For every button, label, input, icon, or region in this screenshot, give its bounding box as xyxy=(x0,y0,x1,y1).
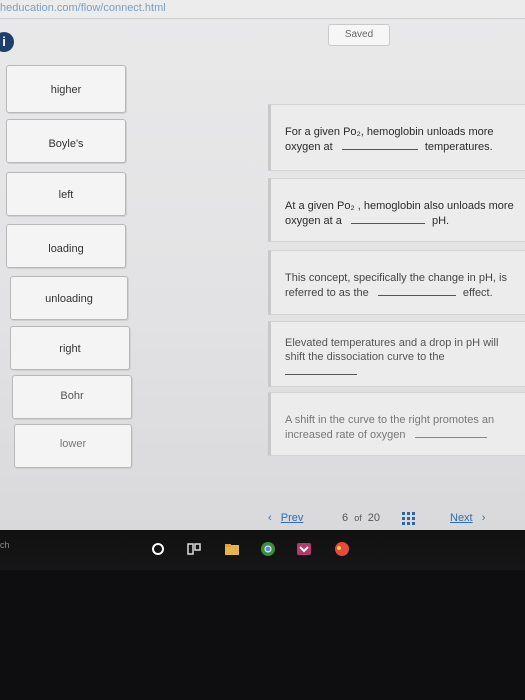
prompt-text: This concept, specifically the change in… xyxy=(285,272,507,284)
word-tile-lower[interactable]: lower xyxy=(14,424,132,468)
word-tile-label: Bohr xyxy=(60,390,84,402)
word-tile-label: higher xyxy=(50,84,82,96)
word-tile-higher[interactable]: higher xyxy=(6,65,126,113)
address-bar[interactable]: heducation.com/flow/connect.html xyxy=(0,0,525,19)
prompt-text: effect. xyxy=(462,287,493,299)
chevron-right-icon: › xyxy=(481,512,486,524)
next-button[interactable]: Next › xyxy=(450,512,485,524)
info-icon[interactable]: i xyxy=(0,32,14,52)
answer-blank[interactable] xyxy=(414,427,487,438)
prompt-card-2: At a given Po₂ , hemoglobin also unloads… xyxy=(268,178,525,242)
prompt-text: A shift in the curve to the right promot… xyxy=(285,414,495,426)
chevron-left-icon: ‹ xyxy=(268,512,272,524)
answer-blank[interactable] xyxy=(341,139,418,150)
cortana-circle-icon[interactable] xyxy=(150,541,166,557)
prev-button[interactable]: ‹ Prev xyxy=(268,512,303,524)
prompt-text: For a given Po₂, hemoglobin unloads more xyxy=(285,126,494,138)
prompt-card-3: This concept, specifically the change in… xyxy=(268,250,525,315)
prompt-card-1: For a given Po₂, hemoglobin unloads more… xyxy=(268,104,525,171)
prompt-card-5: A shift in the curve to the right promot… xyxy=(268,392,525,456)
word-tile-boyles[interactable]: Boyle's xyxy=(6,119,126,163)
word-tile-right[interactable]: right xyxy=(10,326,130,370)
prompt-text: pH. xyxy=(432,215,450,227)
chrome-icon[interactable] xyxy=(260,541,276,557)
word-tile-label: loading xyxy=(48,243,84,255)
word-tile-loading[interactable]: loading xyxy=(6,224,126,268)
file-explorer-icon[interactable] xyxy=(224,541,240,557)
browser-viewport: heducation.com/flow/connect.html i Saved… xyxy=(0,0,525,530)
prompt-text: shift the dissociation curve to the xyxy=(285,351,445,363)
word-tile-left[interactable]: left xyxy=(6,172,126,216)
word-tile-label: left xyxy=(58,189,74,201)
word-tile-label: lower xyxy=(59,438,87,450)
prompt-text: referred to as the xyxy=(285,287,369,299)
monitor-bezel xyxy=(0,570,525,700)
word-tile-label: unloading xyxy=(45,293,93,305)
app-shield-icon[interactable] xyxy=(296,541,312,557)
word-tile-label: Boyle's xyxy=(48,138,84,150)
answer-blank[interactable] xyxy=(350,213,425,224)
prompt-text: temperatures. xyxy=(424,141,493,153)
saved-status-button[interactable]: Saved xyxy=(328,24,390,46)
prompt-text: Elevated temperatures and a drop in pH w… xyxy=(285,337,499,349)
page-indicator: 6 of 20 xyxy=(342,512,381,524)
grid-icon[interactable] xyxy=(402,511,416,525)
word-tile-unloading[interactable]: unloading xyxy=(10,276,128,320)
task-view-icon[interactable] xyxy=(186,541,202,557)
answer-blank[interactable] xyxy=(377,285,456,296)
answer-blank[interactable] xyxy=(285,364,357,375)
prompt-card-4: Elevated temperatures and a drop in pH w… xyxy=(268,321,525,387)
taskbar-search[interactable]: ch xyxy=(0,540,10,550)
prompt-text: oxygen at xyxy=(285,141,333,153)
word-tile-bohr[interactable]: Bohr xyxy=(12,375,132,419)
prompt-text: At a given Po₂ , hemoglobin also unloads… xyxy=(285,200,514,212)
word-tile-label: right xyxy=(59,343,81,355)
prompt-text: increased rate of oxygen xyxy=(285,429,406,441)
prompt-text: oxygen at a xyxy=(285,215,342,227)
app-circle-icon[interactable] xyxy=(334,541,350,557)
